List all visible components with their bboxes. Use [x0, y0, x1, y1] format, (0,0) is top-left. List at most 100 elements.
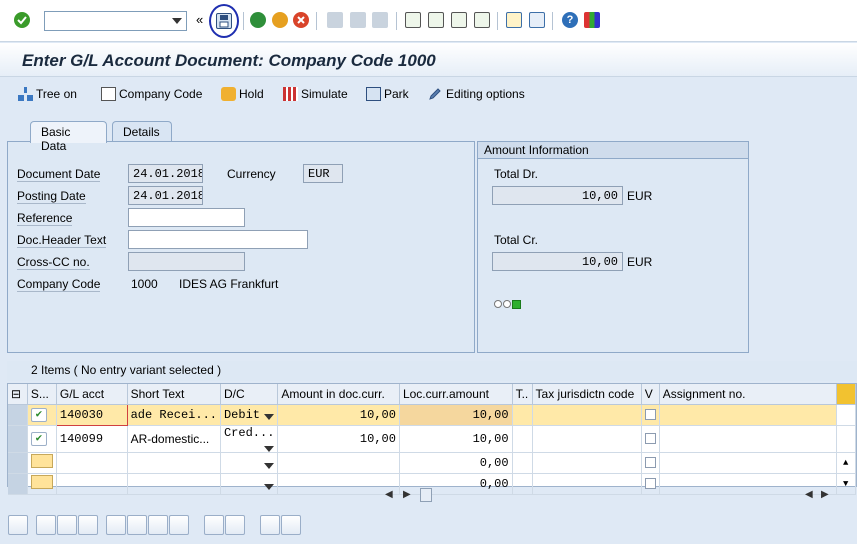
scrollbar-track[interactable]: [836, 404, 856, 426]
sort-icon[interactable]: [260, 515, 280, 535]
scrollbar-track[interactable]: [836, 425, 856, 453]
help-icon[interactable]: ?: [562, 12, 578, 28]
checkbox[interactable]: [644, 457, 656, 468]
tab-details[interactable]: Details: [112, 121, 172, 142]
assignment-cell[interactable]: [659, 425, 837, 453]
row-selector[interactable]: [8, 452, 28, 474]
back-icon[interactable]: [250, 12, 266, 28]
filter-icon[interactable]: [281, 515, 301, 535]
v-checkbox-cell[interactable]: [641, 404, 660, 426]
col-header-assignment[interactable]: Assignment no.: [659, 384, 837, 405]
dc-cell[interactable]: [220, 452, 279, 474]
copy-icon[interactable]: [204, 515, 224, 535]
scroll-thumb[interactable]: [420, 488, 432, 502]
exit-icon[interactable]: [272, 12, 288, 28]
company-code-button[interactable]: Company Code: [101, 85, 202, 103]
last-page-icon[interactable]: [474, 12, 490, 28]
checkbox[interactable]: [644, 433, 656, 444]
paste-icon[interactable]: [225, 515, 245, 535]
select-block-icon[interactable]: [57, 515, 77, 535]
shortcut-icon[interactable]: [529, 12, 545, 28]
table-row[interactable]: ✔ 140099 AR-domestic... Cred... 10,00 10…: [8, 425, 856, 453]
table-row[interactable]: ✔ 140030 ade Recei... Debit 10,00 10,00: [8, 403, 856, 426]
chevron-down-icon[interactable]: [264, 413, 275, 420]
gl-acct-cell[interactable]: 140099: [56, 425, 128, 453]
reference-field[interactable]: [128, 208, 245, 227]
collapse-icon[interactable]: «: [196, 12, 203, 27]
scroll-up-icon[interactable]: ▲: [836, 452, 856, 474]
short-text-cell[interactable]: [127, 452, 221, 474]
posting-date-field[interactable]: 24.01.2018: [128, 186, 203, 205]
cancel-icon[interactable]: [293, 12, 309, 28]
park-button[interactable]: Park: [366, 85, 409, 103]
row-selector[interactable]: [8, 473, 28, 495]
row-selector[interactable]: [8, 404, 28, 426]
deselect-all-icon[interactable]: [78, 515, 98, 535]
copy-rows-icon[interactable]: [148, 515, 168, 535]
next-page-icon[interactable]: [451, 12, 467, 28]
select-all-icon[interactable]: [36, 515, 56, 535]
tax-cell[interactable]: [512, 452, 533, 474]
delete-row-icon[interactable]: [169, 515, 189, 535]
dc-cell[interactable]: Cred...: [220, 425, 279, 453]
col-header-gl-acct[interactable]: G/L acct: [56, 384, 128, 405]
col-header-v[interactable]: V: [641, 384, 660, 405]
tax-jurisdiction-cell[interactable]: [532, 404, 642, 426]
col-header-dc[interactable]: D/C: [220, 384, 279, 405]
amount-cell[interactable]: 10,00: [277, 404, 400, 426]
tax-cell[interactable]: [512, 425, 533, 453]
enter-icon[interactable]: [14, 12, 30, 28]
short-text-cell[interactable]: [127, 473, 221, 495]
gl-acct-cell[interactable]: 140030: [55, 403, 128, 426]
dc-cell[interactable]: [220, 473, 279, 495]
tree-on-button[interactable]: Tree on: [18, 85, 77, 103]
assignment-cell[interactable]: [659, 404, 837, 426]
find-icon[interactable]: [350, 12, 366, 28]
save-icon[interactable]: [216, 13, 232, 29]
cross-cc-field[interactable]: [128, 252, 245, 271]
row-selector[interactable]: [8, 425, 28, 453]
scroll-right-icon[interactable]: ▶: [403, 489, 411, 500]
chevron-down-icon[interactable]: [264, 445, 275, 451]
scroll-left-icon[interactable]: ◀: [385, 489, 393, 500]
prev-page-icon[interactable]: [428, 12, 444, 28]
amount-cell[interactable]: [277, 452, 400, 474]
column-settings-icon[interactable]: [836, 384, 856, 405]
col-header-loc-amount[interactable]: Loc.curr.amount: [399, 384, 513, 405]
command-field[interactable]: [44, 11, 187, 31]
col-header-tax[interactable]: T..: [512, 384, 533, 405]
document-date-field[interactable]: 24.01.2018: [128, 164, 203, 183]
table-config-icon[interactable]: ⊟: [8, 384, 28, 405]
chevron-down-icon[interactable]: [264, 462, 275, 469]
append-row-icon[interactable]: [127, 515, 147, 535]
currency-field[interactable]: EUR: [303, 164, 343, 183]
chevron-down-icon[interactable]: [172, 18, 182, 24]
col-header-tax-jurisdiction[interactable]: Tax jurisdictn code: [532, 384, 642, 405]
hold-button[interactable]: Hold: [221, 85, 264, 103]
chevron-down-icon[interactable]: [264, 483, 275, 490]
dc-cell[interactable]: Debit: [220, 404, 279, 426]
amount-cell[interactable]: 10,00: [277, 425, 400, 453]
assignment-cell[interactable]: [659, 452, 837, 474]
find-next-icon[interactable]: [372, 12, 388, 28]
v-checkbox-cell[interactable]: [641, 452, 660, 474]
col-header-status[interactable]: S...: [27, 384, 57, 405]
short-text-cell[interactable]: AR-domestic...: [127, 425, 221, 453]
print-icon[interactable]: [327, 12, 343, 28]
insert-row-icon[interactable]: [106, 515, 126, 535]
short-text-cell[interactable]: ade Recei...: [127, 404, 221, 426]
tax-cell[interactable]: [512, 404, 533, 426]
first-page-icon[interactable]: [405, 12, 421, 28]
new-session-icon[interactable]: [506, 12, 522, 28]
tax-jurisdiction-cell[interactable]: [532, 425, 642, 453]
details-icon[interactable]: [8, 515, 28, 535]
tax-jurisdiction-cell[interactable]: [532, 452, 642, 474]
horizontal-scrollbar[interactable]: ◀ ▶ ◀ ▶: [380, 487, 830, 503]
scroll-down-icon[interactable]: ▼: [836, 473, 856, 495]
editing-options-button[interactable]: Editing options: [428, 85, 525, 103]
tab-basic-data[interactable]: Basic Data: [30, 121, 107, 153]
v-checkbox-cell[interactable]: [641, 425, 660, 453]
doc-header-text-field[interactable]: [128, 230, 308, 249]
simulate-button[interactable]: Simulate: [283, 85, 348, 103]
col-header-short-text[interactable]: Short Text: [127, 384, 221, 405]
